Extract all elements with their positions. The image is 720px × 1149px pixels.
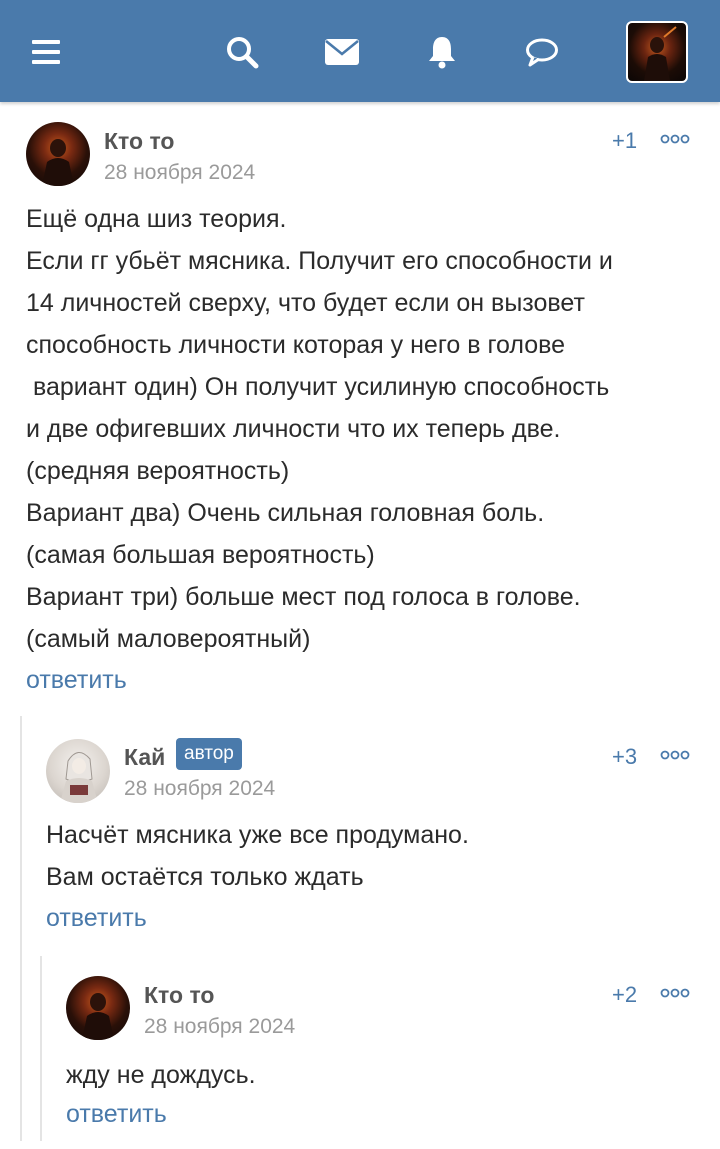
reply-link[interactable]: ответить	[66, 1100, 167, 1129]
avatar[interactable]	[46, 739, 110, 803]
comment-line: Ещё одна шиз теория.	[26, 205, 287, 233]
mail-icon[interactable]	[312, 22, 372, 82]
comment-date: 28 ноября 2024	[104, 161, 256, 184]
more-options-icon[interactable]	[660, 986, 690, 1000]
comment: Кай автор 28 ноября 2024 +3 Насчёт мясни…	[0, 736, 720, 946]
avatar[interactable]	[26, 122, 90, 186]
search-icon[interactable]	[212, 22, 272, 82]
comment: Кто то 28 ноября 2024 +1 Ещё одна шиз те…	[0, 120, 720, 700]
reply-link[interactable]: ответить	[46, 904, 147, 933]
comment: Кто то 28 ноября 2024 +2 жду не дождусь.…	[0, 974, 720, 1144]
comment-date: 28 ноября 2024	[124, 777, 276, 800]
menu-icon[interactable]	[16, 22, 76, 82]
comment-score: +1	[612, 128, 638, 153]
reply-link[interactable]: ответить	[26, 666, 127, 695]
chat-icon[interactable]	[512, 22, 572, 82]
comment-line: Вам остаётся только ждать	[46, 863, 364, 891]
comment-line: (самая большая вероятность)	[26, 541, 375, 569]
comment-author[interactable]: Кто то	[104, 128, 174, 155]
comment-line: Вариант два) Очень сильная головная боль…	[26, 499, 545, 527]
comment-line: Если гг убьёт мясника. Получит его спосо…	[26, 247, 613, 275]
comment-author[interactable]: Кай	[124, 744, 165, 771]
comment-line: 14 личностей сверху, что будет если он в…	[26, 289, 585, 317]
comment-line: (самый маловероятный)	[26, 625, 311, 653]
comment-line: жду не дождусь.	[66, 1061, 256, 1089]
comment-score: +2	[612, 982, 638, 1007]
comment-line: вариант один) Он получит усилиную способ…	[26, 373, 610, 401]
more-options-icon[interactable]	[660, 748, 690, 762]
bell-icon[interactable]	[412, 22, 472, 82]
avatar[interactable]	[66, 976, 130, 1040]
top-navigation-bar	[0, 0, 720, 102]
comment-line: способность личности которая у него в го…	[26, 331, 566, 359]
author-badge: автор	[176, 738, 242, 770]
comment-author[interactable]: Кто то	[144, 982, 214, 1009]
comment-line: Вариант три) больше мест под голоса в го…	[26, 583, 581, 611]
comment-line: (средняя вероятность)	[26, 457, 290, 485]
more-options-icon[interactable]	[660, 132, 690, 146]
comment-line: и две офигевших личности что их теперь д…	[26, 415, 561, 443]
comment-score: +3	[612, 744, 638, 769]
comment-line: Насчёт мясника уже все продумано.	[46, 821, 469, 849]
user-avatar[interactable]	[626, 21, 688, 83]
comment-date: 28 ноября 2024	[144, 1015, 296, 1038]
